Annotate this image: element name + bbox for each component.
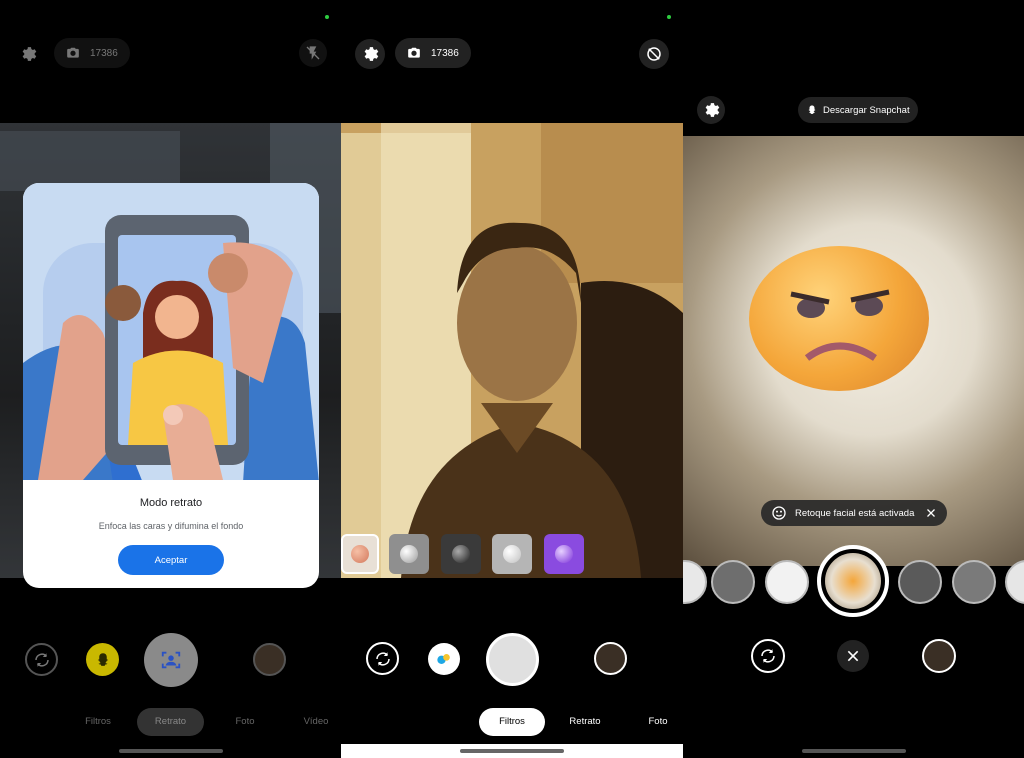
angry-face-overlay — [790, 289, 890, 361]
gesture-bar — [683, 744, 1024, 758]
panel-filters: 17386 Filtros Retrato Foto — [341, 0, 683, 758]
selfie-preview — [341, 123, 683, 578]
filter-swatch-silver[interactable] — [389, 534, 429, 574]
photo-counter-chip[interactable]: 17386 — [395, 38, 471, 68]
mode-filtros[interactable]: Filtros — [78, 708, 118, 736]
egg-yolk — [749, 246, 929, 391]
shutter-button[interactable] — [144, 633, 198, 687]
photo-counter: 17386 — [90, 47, 118, 59]
filter-ball — [503, 545, 521, 563]
snapchat-button[interactable] — [86, 643, 119, 676]
lens-egg-thumbnail — [825, 553, 881, 609]
panel-snapchat-lenses: Descargar Snapchat Retoque facial está a… — [683, 0, 1024, 758]
photo-counter-chip[interactable]: 17386 — [54, 38, 130, 68]
filter-ball — [555, 545, 573, 563]
switch-camera-button[interactable] — [366, 642, 399, 675]
filter-swatch-peach[interactable] — [341, 534, 379, 574]
camera-icon — [408, 47, 420, 58]
snapchat-icon — [97, 652, 108, 666]
face-retouch-toast: Retoque facial está activada — [761, 500, 947, 526]
filter-swatch-light-silver[interactable] — [492, 534, 532, 574]
status-indicator-dot — [667, 15, 671, 19]
close-lens-button[interactable] — [837, 640, 869, 672]
portrait-mode-dialog: Modo retrato Enfoca las caras y difumina… — [23, 183, 319, 588]
close-icon[interactable] — [925, 507, 937, 519]
accept-button[interactable]: Aceptar — [118, 545, 224, 575]
snapchat-icon — [808, 105, 816, 114]
mode-foto[interactable]: Foto — [638, 708, 678, 736]
download-snapchat-chip[interactable]: Descargar Snapchat — [798, 97, 918, 123]
portrait-illustration — [23, 183, 319, 483]
portrait-face-icon — [161, 651, 181, 669]
dialog-description: Enfoca las caras y difumina el fondo — [98, 521, 244, 531]
gallery-thumbnail[interactable] — [594, 642, 627, 675]
filter-swatch-dark[interactable] — [441, 534, 481, 574]
filter-swatch-violet[interactable] — [544, 534, 584, 574]
gesture-bar — [341, 744, 683, 758]
flash-button[interactable] — [299, 39, 327, 67]
settings-button[interactable] — [355, 39, 385, 69]
lens-item[interactable] — [683, 560, 707, 604]
camera-viewfinder[interactable] — [341, 123, 683, 578]
shutter-button[interactable] — [486, 633, 539, 686]
download-snapchat-label: Descargar Snapchat — [823, 104, 910, 116]
mode-selector: Filtros Retrato Foto — [341, 708, 683, 736]
panel-portrait-onboarding: 17386 Modo retrato Enfoca las caras y di… — [0, 0, 341, 758]
google-lens-button[interactable] — [428, 643, 460, 675]
filter-ball — [351, 545, 369, 563]
mode-filtros[interactable]: Filtros — [479, 708, 545, 736]
switch-camera-icon — [34, 652, 49, 667]
gear-icon — [22, 47, 37, 61]
switch-camera-icon — [375, 651, 390, 666]
settings-button[interactable] — [14, 40, 42, 68]
mode-retrato[interactable]: Retrato — [137, 708, 204, 736]
switch-camera-button[interactable] — [25, 643, 58, 676]
dialog-title: Modo retrato — [139, 497, 203, 509]
close-icon — [847, 650, 859, 662]
face-retouch-icon — [772, 506, 786, 520]
settings-button[interactable] — [697, 96, 725, 124]
motion-off-icon — [647, 47, 661, 61]
lens-dots-icon — [437, 654, 450, 664]
lens-selected[interactable] — [817, 545, 889, 617]
filter-ball — [452, 545, 470, 563]
mode-foto[interactable]: Foto — [225, 708, 265, 736]
flash-off-icon — [306, 46, 320, 60]
lens-item[interactable] — [952, 560, 996, 604]
mode-video[interactable]: Vídeo — [296, 708, 336, 736]
lens-item[interactable] — [898, 560, 942, 604]
mode-selector: Filtros Retrato Foto Vídeo — [0, 708, 341, 736]
lens-item[interactable] — [765, 560, 809, 604]
gesture-bar — [0, 744, 341, 758]
gear-icon — [364, 47, 379, 61]
switch-camera-icon — [761, 649, 775, 663]
illustration-svg — [23, 183, 319, 483]
gallery-thumbnail[interactable] — [253, 643, 286, 676]
lens-item[interactable] — [711, 560, 755, 604]
gear-icon — [705, 103, 720, 117]
lens-item[interactable] — [1005, 560, 1024, 604]
photo-counter: 17386 — [431, 47, 459, 59]
motion-off-button[interactable] — [639, 39, 669, 69]
switch-camera-button[interactable] — [751, 639, 785, 673]
mode-retrato[interactable]: Retrato — [565, 708, 605, 736]
camera-icon — [67, 47, 79, 58]
toast-text: Retoque facial está activada — [795, 507, 915, 519]
status-indicator-dot — [325, 15, 329, 19]
filter-ball — [400, 545, 418, 563]
gallery-thumbnail[interactable] — [922, 639, 956, 673]
